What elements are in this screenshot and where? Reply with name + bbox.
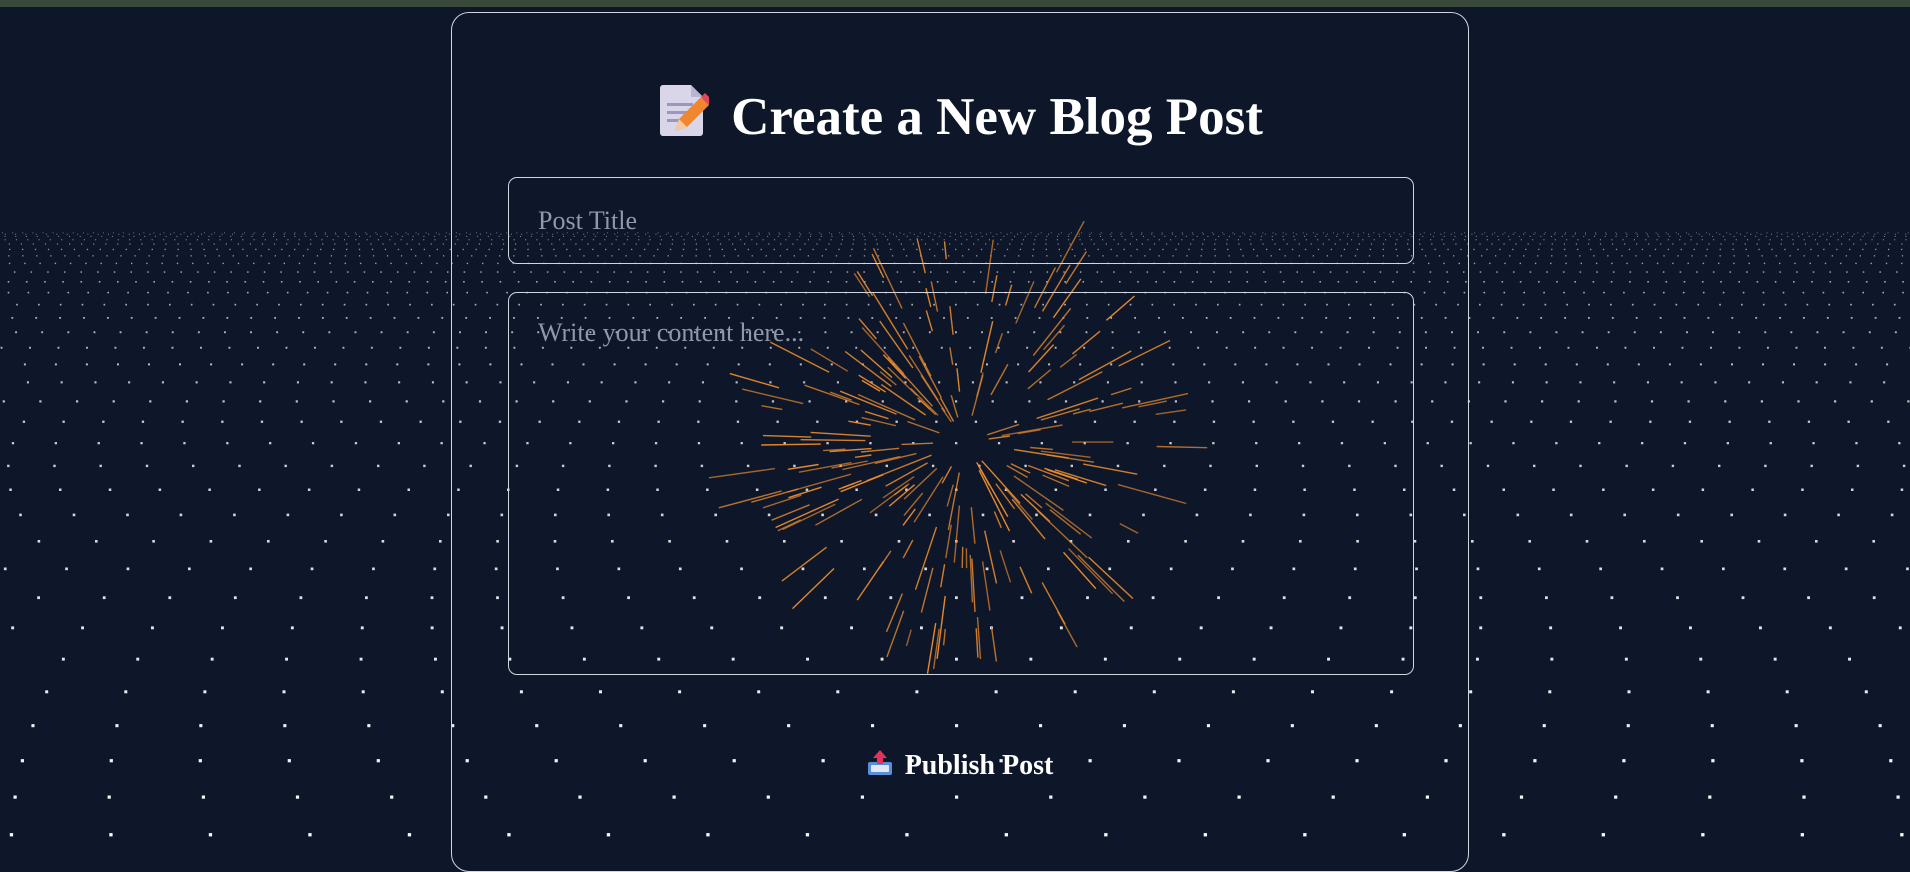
memo-pencil-icon <box>657 81 709 152</box>
outbox-tray-icon <box>867 748 893 784</box>
browser-top-strip <box>0 0 1910 7</box>
post-title-input[interactable] <box>508 177 1414 264</box>
publish-post-label: Publish Post <box>905 750 1054 782</box>
post-editor-card: Create a New Blog Post Publish Post <box>451 12 1469 872</box>
publish-post-button[interactable]: Publish Post <box>452 747 1468 785</box>
page-title-text: Create a New Blog Post <box>731 85 1263 149</box>
post-content-textarea[interactable] <box>508 292 1414 675</box>
page-title: Create a New Blog Post <box>452 81 1468 152</box>
